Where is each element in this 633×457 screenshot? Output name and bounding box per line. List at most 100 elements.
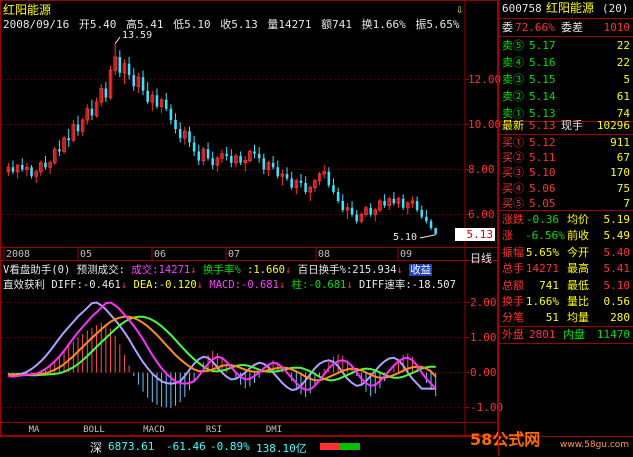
high-mark-label: 13.59 [122,30,153,41]
current-vol-value: 10296 [596,119,630,132]
candle-body [169,108,173,120]
lock-icon[interactable]: ⇩ [456,2,463,16]
stat-label-right: 最低 [567,278,589,292]
sell-level-label: 卖⑤ [502,39,524,52]
market-amount: 138.10亿 [256,442,307,455]
tab-ma[interactable]: MA [14,424,54,436]
sell-level-row: 卖④ 5.16 22 [499,54,633,71]
stat-label-right: 最高 [567,262,589,276]
stat-label-left: 涨跌 [502,213,524,226]
macd-legend-line: 直效获利 DIFF:-0.461↓ DEA:-0.120↓ MACD:-0.68… [3,279,456,291]
stat-label-left: 换手 [502,295,524,308]
tab-dmi[interactable]: DMI [254,424,294,436]
assist-name[interactable]: V看盘助手(0) [3,264,70,276]
quote-panel: 600758 红阳能源 (20) 委 72.66% 委差 1010 卖⑤ 5.17… [498,0,633,456]
stat-label-left: 总手 [502,262,524,276]
candle-body [76,124,80,132]
tab-boll[interactable]: BOLL [74,424,114,436]
committee-ratio-label: 委 [502,21,513,34]
stat-value-right: 5.40 [603,245,631,259]
candle-body [239,156,242,163]
macd-axis-label: 1.00 [470,330,497,344]
panel-title-row: 600758 红阳能源 (20) [499,0,633,17]
candle-body [192,142,196,152]
candle-body [434,228,437,235]
market-label: 深 [90,441,103,455]
profit-badge[interactable]: 收益 [409,264,433,276]
sell-level-volume: 5 [623,73,630,86]
stat-value-left: 14271 [525,262,559,276]
candle-body [178,129,182,138]
price-axis-label: 12.00 [468,72,502,86]
diff-line [8,301,437,392]
stat-value-right: 5.19 [603,213,631,226]
assist-hundred-day: 百日换手%:215.934 [297,264,397,276]
candle-body [141,77,145,91]
sell-level-label: 卖② [502,90,524,103]
stat-label-left: 振幅 [502,245,524,259]
candle-body [20,165,24,170]
candle-body [164,99,168,109]
quote-turnover: 换1.66% [361,18,406,31]
time-axis-label: 08 [318,249,331,260]
candle-body [290,178,293,188]
period-label[interactable]: 日线 [470,250,492,266]
candle-body [415,201,419,210]
zhu-line [8,315,436,382]
quote-amplitude: 振5.65% [415,18,460,31]
macd-axis-label: 0.00 [470,365,497,379]
candle-body [401,198,405,208]
stat-value-left: 51 [545,311,559,325]
indicator-assist-line: V看盘助手(0) 预测成交: 成交:14271↓ 换手率% :1.660↓ 百日… [3,264,433,276]
zhu-value: 柱:-0.681 [291,279,347,291]
panel-code: 600758 [502,2,542,15]
quote-line: 2008/09/16 开5.40 高5.41 低5.10 收5.13 量1427… [3,16,462,32]
stat-row: 总额 741 最低 5.10 [499,277,633,294]
sell-level-volume: 22 [616,39,630,52]
breadth-bar [320,443,360,450]
candle-body [58,149,61,152]
current-vol-label: 现手 [561,119,583,132]
sell-level-row: 卖② 5.14 61 [499,88,633,105]
committee-diff-value: 1010 [603,21,631,34]
assist-turnover-value: :1.660 [247,264,285,276]
time-axis-label: 09 [400,249,413,260]
stat-value-right: 5.41 [603,262,631,276]
candle-body [206,149,210,159]
latest-label: 最新 [502,119,524,132]
stat-value-left: 5.65% [525,245,559,259]
stat-label-right: 均价 [567,213,589,226]
stat-row: 分笔 51 均量 280 [499,309,633,326]
price-axis-label: 10.00 [468,117,502,131]
stat-row: 涨跌 -0.36 均价 5.19 [499,211,633,228]
candle-body [132,75,136,87]
time-axis-label: 06 [154,249,167,260]
panel-name: 红阳能源 [546,1,595,15]
outer-inner-row: 外盘 2801 内盘 11470 [499,326,633,343]
stat-label-left: 涨 [502,229,513,243]
chart-area[interactable] [0,0,498,436]
quote-low: 低5.10 [173,18,211,31]
price-axis-label: 6.00 [468,207,495,221]
outer-label: 外盘 [502,328,524,341]
candle-body [197,151,201,161]
stat-label-right: 前收 [567,229,589,243]
candle-body [230,156,233,163]
low-mark-label: 5.10 [393,232,418,243]
stat-label-left: 分笔 [502,311,524,325]
diff-value: DIFF:-0.461 [51,279,121,291]
candle-body [332,185,335,192]
candle-body [355,214,358,222]
macd-indicator-name[interactable]: 直效获利 [3,279,45,291]
candle-body [336,192,340,201]
high-mark-pointer [114,36,121,45]
tab-rsi[interactable]: RSI [194,424,234,436]
stat-row: 涨 -6.56% 前收 5.49 [499,227,633,244]
time-axis-label: 05 [80,249,93,260]
panel-rank: (20) [602,2,629,15]
candle-body [350,207,354,215]
sell-level-price: 5.17 [529,39,556,52]
stat-value-right: 0.56 [603,295,631,308]
stat-value-right: 5.49 [603,229,631,243]
tab-macd[interactable]: MACD [134,424,174,436]
